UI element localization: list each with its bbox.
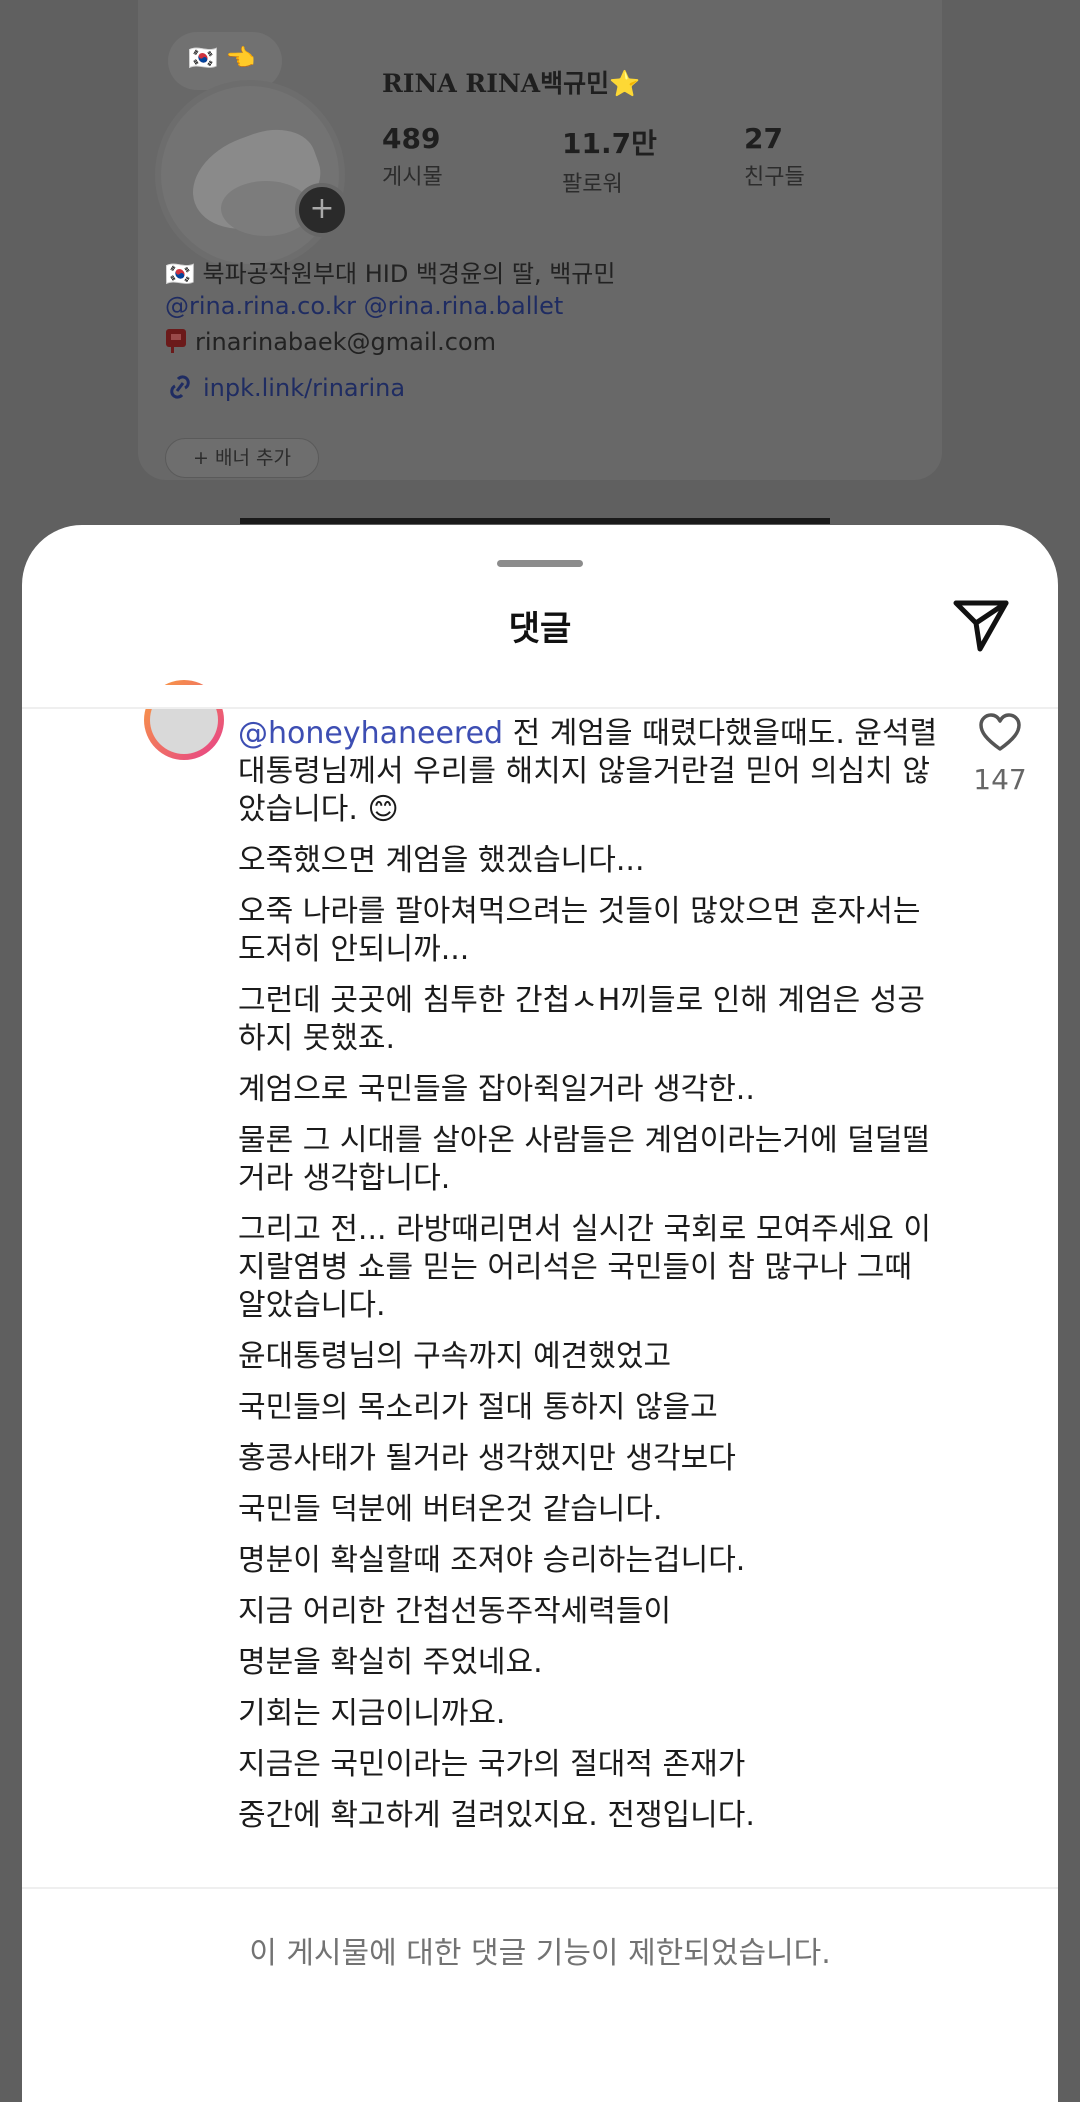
sheet-title: 댓글 <box>508 609 572 649</box>
bio-text: 🇰🇷 북파공작원부대 HID 백경윤의 딸, 백규민 <box>165 260 616 288</box>
bio-email: rinarinabaek@gmail.com <box>195 328 497 356</box>
comment-paragraph: 홍콩사태가 될거라 생각했지만 생각보다 <box>238 1441 736 1476</box>
comment-paragraph: 그런데 곳곳에 침투한 간첩ㅅH끼들로 인해 계엄은 성공하지 못했죠. <box>238 983 925 1056</box>
comment-paragraph: 지금은 국민이라는 국가의 절대적 존재가 <box>238 1747 746 1782</box>
stat-friends-value: 27 <box>744 122 783 155</box>
email-contact-icon <box>165 328 187 354</box>
comment-paragraph: 기회는 지금이니까요. <box>238 1696 506 1731</box>
stat-followers[interactable]: 11.7만 팔로워 <box>562 122 657 198</box>
bio-link-row[interactable]: inpk.link/rinarina <box>165 374 405 402</box>
link-chain-icon <box>165 374 195 400</box>
header-divider <box>22 707 1058 709</box>
comment-paragraph: 지금 어리한 간첩선동주작세력들이 <box>238 1594 672 1629</box>
bio-linked-accounts[interactable]: @rina.rina.co.kr @rina.rina.ballet <box>165 292 563 320</box>
comment-paragraph: 오죽했으면 계엄을 했겠습니다... <box>238 843 645 878</box>
add-story-plus-icon[interactable]: + <box>295 183 349 237</box>
profile-background: 🇰🇷 👈 + RINA RINA백규민⭐ 489 게시물 11.7만 팔로워 2… <box>0 0 1080 560</box>
bio-email-row[interactable]: rinarinabaek@gmail.com <box>165 328 496 356</box>
share-send-icon[interactable] <box>950 595 1012 653</box>
comment-paragraph: @honeyhaneered 전 계엄을 때렸다했을때도. 윤석렬대통령님께서 … <box>238 715 938 829</box>
stat-followers-label: 팔로워 <box>562 172 623 197</box>
comment-paragraph: 오죽 나라를 팔아쳐먹으려는 것들이 많았으면 혼자서는 도저히 안되니까... <box>238 894 921 967</box>
add-banner-button[interactable]: + 배너 추가 <box>165 438 319 478</box>
comment-mention[interactable]: @honeyhaneered <box>238 716 503 751</box>
comment-paragraph: 명분을 확실히 주었네요. <box>238 1645 543 1680</box>
like-count: 147 <box>973 763 1027 796</box>
footer-divider <box>22 1887 1058 1889</box>
heart-icon[interactable] <box>978 713 1022 757</box>
comment-paragraph: 국민들 덕분에 버텨온것 같습니다. <box>238 1492 663 1527</box>
comment-paragraph: 윤대통령님의 구속까지 예견했었고 <box>238 1339 672 1374</box>
stat-friends-label: 친구들 <box>744 165 805 190</box>
comment-paragraph: 계엄으로 국민들을 잡아쥑일거라 생각한.. <box>238 1072 755 1107</box>
comment-paragraph: 물론 그 시대를 살아온 사람들은 계엄이라는거에 덜덜떨거라 생각합니다. <box>238 1123 931 1196</box>
comment-paragraph: 그리고 전... 라방때리면서 실시간 국회로 모여주세요 이지랄염병 쇼를 믿… <box>238 1212 932 1323</box>
stat-friends[interactable]: 27 친구들 <box>744 122 805 191</box>
stat-posts[interactable]: 489 게시물 <box>382 122 443 191</box>
comments-sheet: 댓글 @honeyhaneered 전 계엄을 때렸다했을때도. 윤석렬대통령님… <box>22 525 1058 2102</box>
comments-restricted-notice: 이 게시물에 대한 댓글 기능이 제한되었습니다. <box>249 1936 831 1971</box>
comment-text: @honeyhaneered 전 계엄을 때렸다했을때도. 윤석렬대통령님께서 … <box>238 715 938 1848</box>
comment-paragraph: 중간에 확고하게 걸려있지요. 전쟁입니다. <box>238 1798 755 1833</box>
story-note-text: 🇰🇷 👈 <box>188 44 256 72</box>
stat-posts-value: 489 <box>382 122 441 155</box>
profile-avatar[interactable] <box>155 80 345 270</box>
profile-divider <box>240 518 830 524</box>
comment-paragraph: 명분이 확실할때 조져야 승리하는겁니다. <box>238 1543 746 1578</box>
bio-link: inpk.link/rinarina <box>203 374 406 402</box>
stat-followers-value: 11.7만 <box>562 127 657 160</box>
profile-display-name: RINA RINA백규민⭐ <box>382 69 641 98</box>
comment-paragraph: 국민들의 목소리가 절대 통하지 않을고 <box>238 1390 718 1425</box>
stat-posts-label: 게시물 <box>382 165 443 190</box>
sheet-drag-handle[interactable] <box>497 560 583 567</box>
comment-like[interactable]: 147 <box>962 713 1038 796</box>
